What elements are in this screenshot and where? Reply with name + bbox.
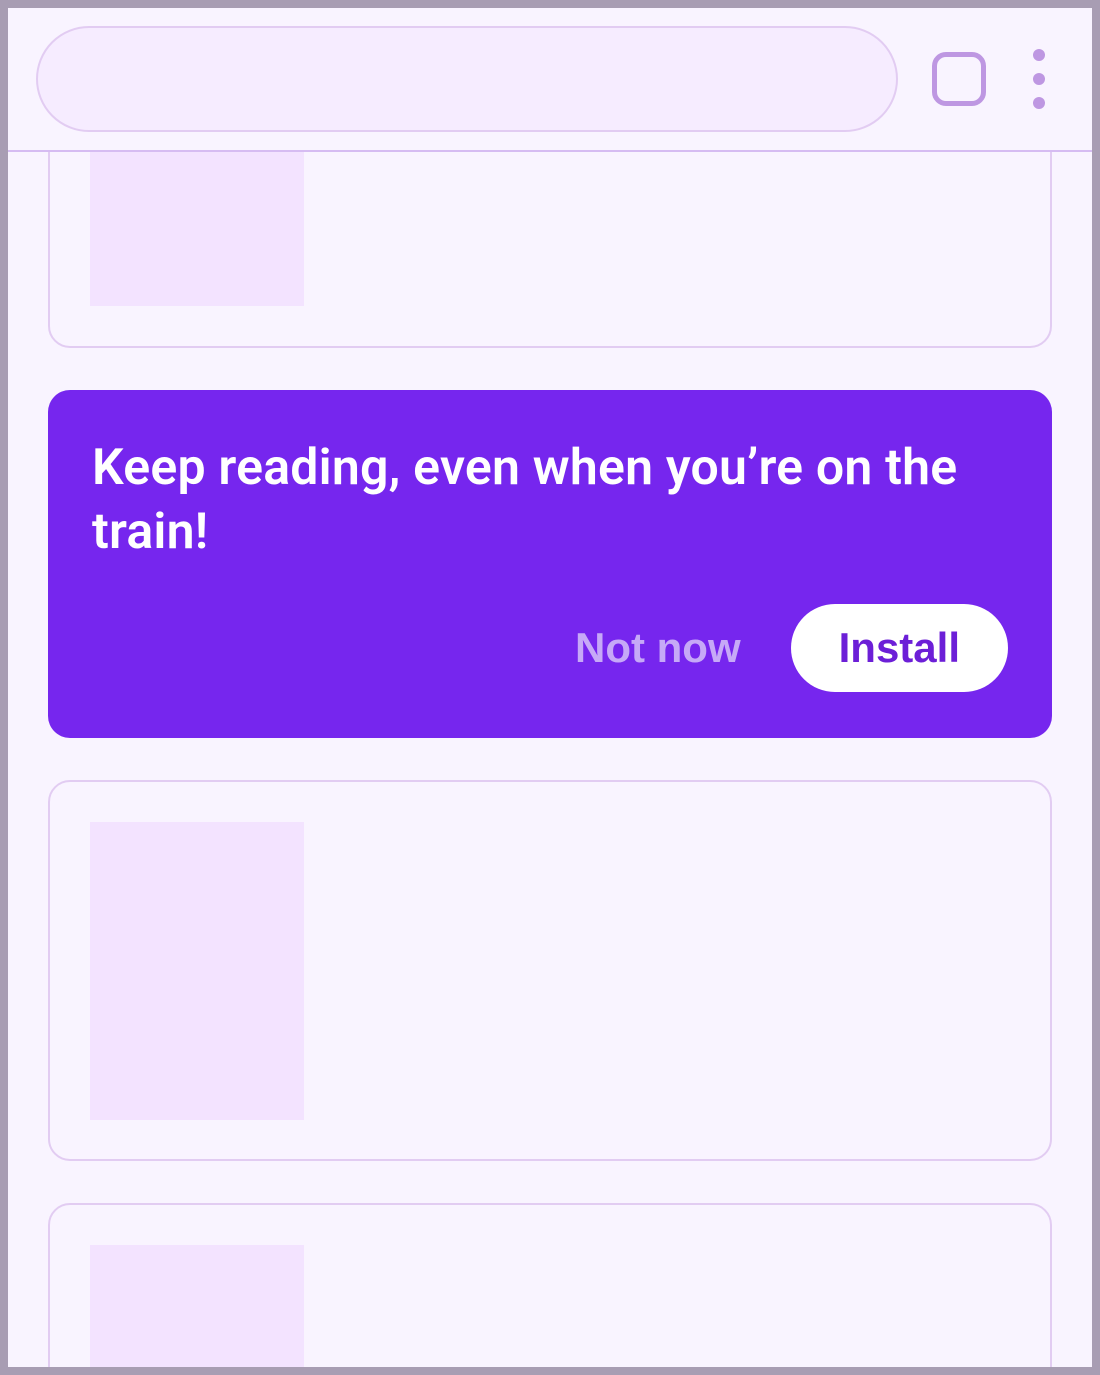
not-now-button[interactable]: Not now: [575, 624, 741, 672]
more-vert-icon: [1033, 73, 1045, 85]
content-card: [48, 780, 1052, 1161]
more-menu-button[interactable]: [1014, 44, 1064, 114]
install-promo-banner: Keep reading, even when you’re on the tr…: [48, 390, 1052, 738]
more-vert-icon: [1033, 97, 1045, 109]
more-vert-icon: [1033, 49, 1045, 61]
tab-switcher-button[interactable]: [932, 52, 986, 106]
install-button[interactable]: Install: [791, 604, 1008, 692]
content-card: [48, 1203, 1052, 1367]
address-bar[interactable]: [36, 26, 898, 132]
promo-title: Keep reading, even when you’re on the tr…: [92, 436, 1008, 564]
promo-actions: Not now Install: [92, 604, 1008, 692]
thumbnail-placeholder: [90, 152, 304, 306]
thumbnail-placeholder: [90, 1245, 304, 1367]
page-content: Keep reading, even when you’re on the tr…: [8, 152, 1092, 1367]
content-card: [48, 152, 1052, 348]
thumbnail-placeholder: [90, 822, 304, 1120]
browser-toolbar: [8, 8, 1092, 152]
